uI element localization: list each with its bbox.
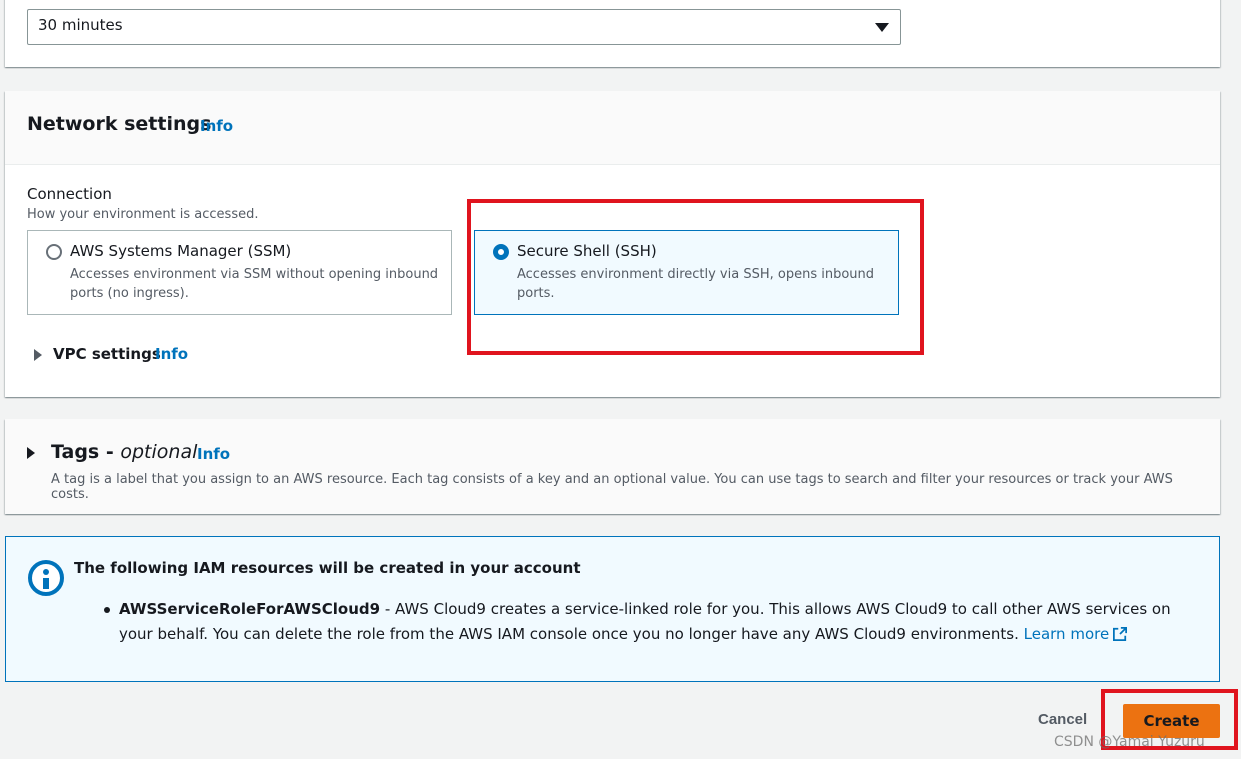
iam-info-alert: The following IAM resources will be crea… <box>5 536 1220 682</box>
connection-description: How your environment is accessed. <box>27 207 259 222</box>
timeout-select[interactable]: 30 minutes <box>27 9 901 45</box>
caret-right-icon <box>27 447 35 459</box>
info-icon <box>28 560 64 596</box>
connection-option-ssh[interactable]: Secure Shell (SSH) Accesses environment … <box>474 230 899 315</box>
timeout-select-value: 30 minutes <box>38 16 123 34</box>
network-settings-card: Network settings Info Connection How you… <box>5 91 1220 397</box>
vpc-settings-label: VPC settings <box>53 345 161 363</box>
network-info-link[interactable]: Info <box>200 117 233 135</box>
role-name: AWSServiceRoleForAWSCloud9 <box>119 600 381 618</box>
caret-right-icon <box>34 349 42 361</box>
tags-description: A tag is a label that you assign to an A… <box>51 472 1173 502</box>
tags-title: Tags - optional <box>51 441 198 463</box>
bullet-icon <box>104 607 110 613</box>
create-button[interactable]: Create <box>1123 704 1220 738</box>
ssh-option-description: Accesses environment directly via SSH, o… <box>517 267 875 301</box>
learn-more-link[interactable]: Learn more <box>1024 625 1128 643</box>
alert-body: AWSServiceRoleForAWSCloud9 - AWS Cloud9 … <box>119 597 1209 647</box>
external-link-icon <box>1113 627 1128 641</box>
radio-ssm[interactable] <box>46 244 62 260</box>
tags-card: Tags - optional Info A tag is a label th… <box>5 419 1220 514</box>
caret-down-icon <box>875 23 889 32</box>
connection-option-ssm[interactable]: AWS Systems Manager (SSM) Accesses envir… <box>27 230 452 315</box>
alert-title: The following IAM resources will be crea… <box>74 559 581 577</box>
network-settings-title: Network settings <box>27 113 212 135</box>
cancel-button[interactable]: Cancel <box>1030 707 1095 732</box>
network-settings-header: Network settings Info <box>5 91 1220 165</box>
connection-label: Connection <box>27 185 112 203</box>
timeout-card: 30 minutes <box>5 0 1220 67</box>
radio-ssh[interactable] <box>493 244 509 260</box>
vpc-info-link[interactable]: Info <box>155 345 188 363</box>
ssh-option-title: Secure Shell (SSH) <box>517 242 657 260</box>
watermark: CSDN @Yamai Yuzuru <box>1054 734 1205 750</box>
tags-info-link[interactable]: Info <box>197 445 230 463</box>
ssm-option-title: AWS Systems Manager (SSM) <box>70 242 292 260</box>
ssm-option-description: Accesses environment via SSM without ope… <box>70 267 439 301</box>
